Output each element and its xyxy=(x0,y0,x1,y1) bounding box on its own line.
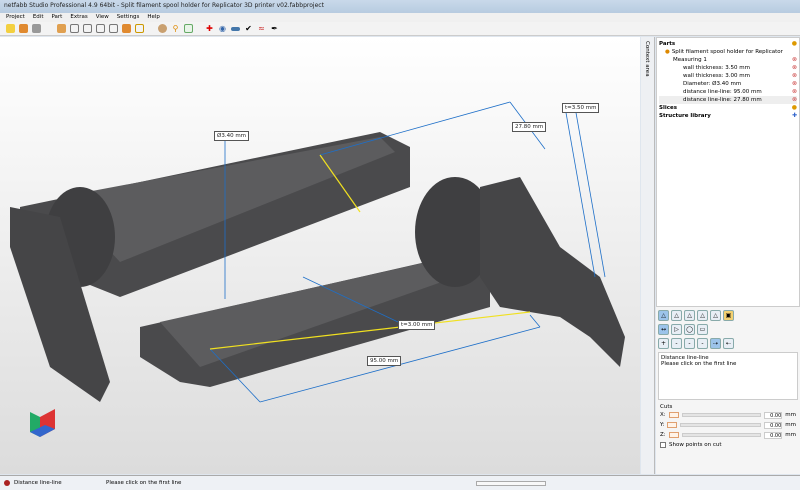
model-scene[interactable] xyxy=(0,37,640,474)
view-cube-back-icon[interactable] xyxy=(70,24,79,33)
zoom-icon[interactable]: ⚲ xyxy=(171,24,180,33)
radius-button[interactable]: ◯ xyxy=(684,324,695,335)
measure-folder-button[interactable]: ▣ xyxy=(723,310,734,321)
distance-short-label: 27.80 mm xyxy=(512,122,547,132)
menu-edit[interactable]: Edit xyxy=(33,14,44,21)
progress-bar xyxy=(476,480,546,486)
side-panel: Parts ● ● Split filament spool holder for … xyxy=(656,37,800,474)
new-project-icon[interactable] xyxy=(6,24,15,33)
thickness-right-label: t=3.50 mm xyxy=(562,103,600,113)
measure-edge-button[interactable]: △ xyxy=(671,310,682,321)
cut-icon[interactable]: ≈ xyxy=(257,24,266,33)
line-point-button[interactable]: - xyxy=(684,338,695,349)
toolbar: ⚲ ✚ ◉ ✔ ≈ ✒ xyxy=(0,22,800,36)
tree-measure-item[interactable]: wall thickness: 3.50 mm ⊗ xyxy=(659,64,797,72)
cut-row-z: Z: 0.00 mm xyxy=(660,431,796,439)
project-tree: Parts ● ● Split filament spool holder for … xyxy=(656,37,800,307)
measure-shell-button[interactable]: △ xyxy=(710,310,721,321)
context-area-tab[interactable]: Context area xyxy=(641,37,655,474)
view-cube-top-icon[interactable] xyxy=(109,24,118,33)
show-points-checkbox[interactable]: Show points on cut xyxy=(660,440,796,450)
measure-icon[interactable]: ◉ xyxy=(218,24,227,33)
tree-slices[interactable]: Slices ● xyxy=(659,104,797,112)
cut-x-slider[interactable] xyxy=(681,413,762,417)
cut-y-slider[interactable] xyxy=(680,423,762,427)
tree-part[interactable]: ● Split filament spool holder for Replica… xyxy=(659,48,797,56)
tree-measuring[interactable]: Measuring 1 ⊗ xyxy=(659,56,797,64)
tree-measure-item[interactable]: distance line-line: 95.00 mm ⊗ xyxy=(659,88,797,96)
select-icon[interactable] xyxy=(184,24,193,33)
message-box: Distance line-line Please click on the f… xyxy=(658,352,798,400)
tree-measure-item[interactable]: Diameter: Ø3.40 mm ⊗ xyxy=(659,80,797,88)
tree-parts[interactable]: Parts ● xyxy=(659,40,797,48)
view-cube-bottom-icon[interactable] xyxy=(122,24,131,33)
status-bar: Distance line-line Please click on the f… xyxy=(0,475,800,490)
tree-measure-item[interactable]: wall thickness: 3.00 mm ⊗ xyxy=(659,72,797,80)
line-line-button[interactable]: ⇢ xyxy=(710,338,721,349)
plane-plane-button[interactable]: ⇠ xyxy=(723,338,734,349)
measure-point-button[interactable]: △ xyxy=(658,310,669,321)
menu-help[interactable]: Help xyxy=(147,14,160,21)
view-cube-front-icon[interactable] xyxy=(57,24,66,33)
menu-project[interactable]: Project xyxy=(6,14,25,21)
view-cube-right-icon[interactable] xyxy=(96,24,105,33)
status-indicator-icon xyxy=(4,480,10,486)
3d-viewport[interactable]: Ø3.40 mm 27.80 mm t=3.50 mm t=3.00 mm 95… xyxy=(0,37,640,474)
view-cube-left-icon[interactable] xyxy=(83,24,92,33)
menu-settings[interactable]: Settings xyxy=(117,14,140,21)
menu-part[interactable]: Part xyxy=(51,14,62,21)
pen-icon[interactable]: ✒ xyxy=(270,24,279,33)
point-line-button[interactable]: - xyxy=(671,338,682,349)
angle-button[interactable]: ▷ xyxy=(671,324,682,335)
cut-y-checkbox[interactable] xyxy=(667,422,678,428)
diameter-label: Ø3.40 mm xyxy=(214,131,250,141)
cuts-section: Cuts X: 0.00 mm Y: 0.00 mm Z: 0.00 mm Show poi… xyxy=(660,404,796,450)
tree-measure-item[interactable]: distance line-line: 27.80 mm ⊗ xyxy=(659,96,797,104)
axis-triad xyxy=(30,409,55,437)
distance-button[interactable]: ↔ xyxy=(658,324,669,335)
label-button[interactable]: ▭ xyxy=(697,324,708,335)
cut-x-checkbox[interactable] xyxy=(668,412,679,418)
ruler-icon[interactable] xyxy=(231,26,240,31)
title-bar: netfabb Studio Professional 4.9 64bit - … xyxy=(0,0,800,13)
status-mode: Distance line-line xyxy=(14,480,62,486)
measure-plane-button[interactable]: △ xyxy=(697,310,708,321)
measure-face-button[interactable]: △ xyxy=(684,310,695,321)
tree-structure-library[interactable]: Structure library ✚ xyxy=(659,112,797,120)
view-cube-iso-icon[interactable] xyxy=(135,24,144,33)
point-plane-button[interactable]: - xyxy=(697,338,708,349)
cut-row-x: X: 0.00 mm xyxy=(660,411,796,419)
thickness-mid-label: t=3.00 mm xyxy=(398,320,436,330)
measure-mode-row: △ △ △ △ △ ▣ xyxy=(658,310,798,321)
cut-z-slider[interactable] xyxy=(681,433,762,437)
sphere-icon[interactable] xyxy=(158,24,167,33)
cut-x-input[interactable]: 0.00 xyxy=(764,411,783,419)
cut-z-input[interactable]: 0.00 xyxy=(764,431,783,439)
menu-bar: Project Edit Part Extras View Settings H… xyxy=(0,13,800,22)
cut-y-input[interactable]: 0.00 xyxy=(764,421,783,429)
menu-extras[interactable]: Extras xyxy=(70,14,87,21)
distance-long-label: 95.00 mm xyxy=(367,356,402,366)
distance-mode-row: + - - - ⇢ ⇠ xyxy=(658,338,798,349)
measure-type-row: ↔ ▷ ◯ ▭ xyxy=(658,324,798,335)
check-icon[interactable]: ✔ xyxy=(244,24,253,33)
cut-z-checkbox[interactable] xyxy=(668,432,679,438)
menu-view[interactable]: View xyxy=(96,14,109,21)
add-part-icon[interactable] xyxy=(19,24,28,33)
status-hint: Please click on the first line xyxy=(106,480,182,486)
point-point-button[interactable]: + xyxy=(658,338,669,349)
cut-row-y: Y: 0.00 mm xyxy=(660,421,796,429)
repair-icon[interactable]: ✚ xyxy=(205,24,214,33)
settings-gear-icon[interactable] xyxy=(32,24,41,33)
